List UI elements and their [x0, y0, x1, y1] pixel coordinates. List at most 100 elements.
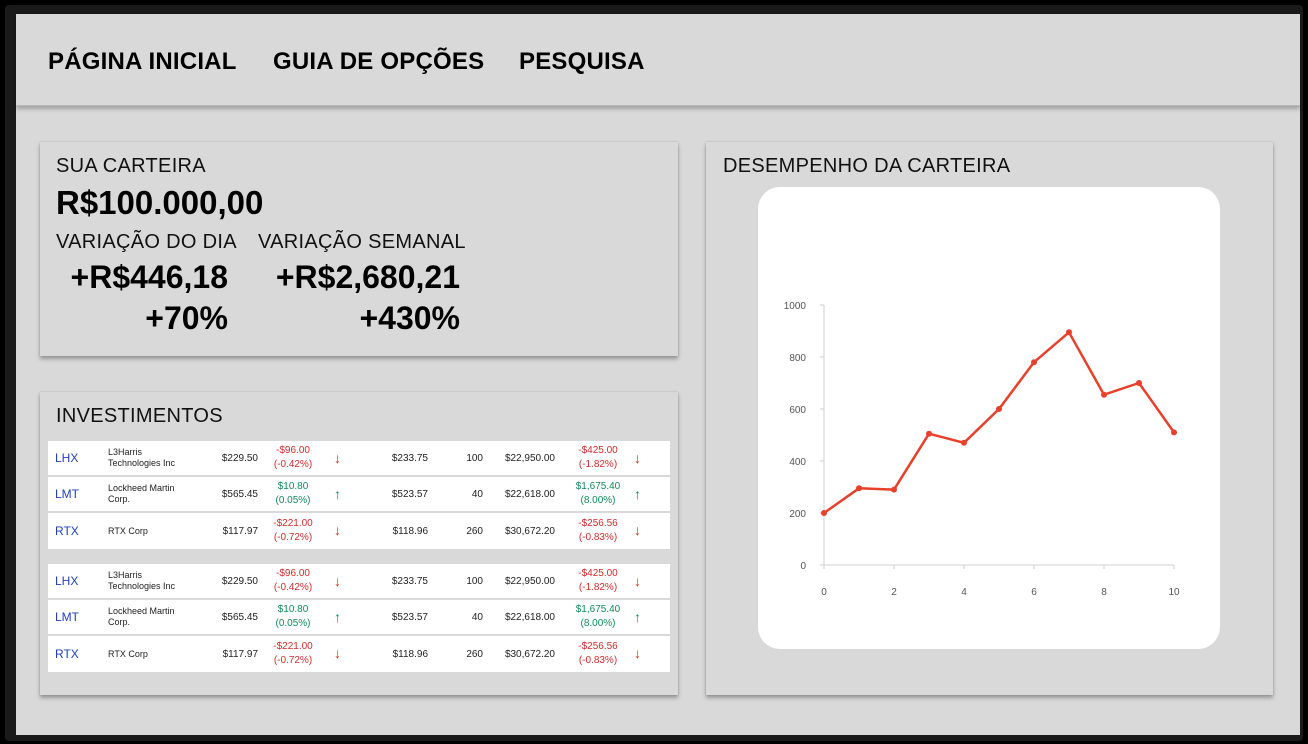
stock-symbol-link[interactable]: LHX — [55, 441, 78, 475]
data-point — [1031, 359, 1037, 366]
arrow-down-icon: ↓ — [634, 573, 641, 589]
day-change: -$221.00 (-0.72%) — [253, 636, 333, 672]
data-point — [926, 430, 932, 437]
total-gain-percent: (-0.83%) — [578, 532, 618, 543]
nav-research[interactable]: PESQUISA — [519, 48, 645, 76]
investments-table: LHX L3Harris Technologies Inc $229.50 -$96.… — [48, 441, 670, 549]
company-name: RTX Corp — [108, 648, 148, 659]
y-tick-label: 600 — [789, 405, 806, 416]
total-gain: -$256.56 (-0.83%) — [563, 513, 633, 549]
total-gain: -$425.00 (-1.82%) — [563, 441, 633, 475]
data-point — [961, 439, 967, 446]
current-price: $565.45 — [221, 488, 258, 500]
stock-symbol-link[interactable]: RTX — [55, 513, 79, 549]
app-window: PÁGINA INICIAL GUIA DE OPÇÕES PESQUISA S… — [16, 14, 1300, 735]
company-name: RTX Corp — [108, 525, 148, 536]
previous-price: $118.96 — [392, 648, 428, 660]
day-change-percent: (0.05%) — [275, 618, 311, 629]
day-change: -$96.00 (-0.42%) — [253, 564, 333, 598]
table-row[interactable]: LHX L3Harris Technologies Inc $229.50 -$96.… — [48, 441, 670, 477]
arrow-up-icon: ↑ — [634, 609, 641, 625]
window-frame: PÁGINA INICIAL GUIA DE OPÇÕES PESQUISA S… — [5, 5, 1303, 741]
previous-price: $523.57 — [391, 488, 428, 500]
day-change-percent: (0.05%) — [275, 495, 311, 506]
total-gain-amount: $1,675.40 — [575, 481, 621, 492]
x-tick-label: 6 — [1031, 587, 1037, 598]
day-change-amount: -$221.00 — [273, 518, 313, 529]
nav-options-guide[interactable]: GUIA DE OPÇÕES — [273, 48, 484, 76]
data-point — [1066, 329, 1072, 336]
x-tick-label: 4 — [961, 587, 967, 598]
total-gain: $1,675.40 (8.00%) — [563, 477, 633, 511]
table-row[interactable]: LMT Lockheed Martin Corp. $565.45 $10.80 (0.… — [48, 477, 670, 513]
x-tick-label: 8 — [1101, 587, 1107, 598]
weekly-change-label: VARIAÇÃO SEMANAL — [258, 231, 466, 253]
day-change: $10.80 (0.05%) — [253, 477, 333, 511]
day-change-amount: -$96.00 — [276, 445, 310, 456]
table-row[interactable]: LHX L3Harris Technologies Inc $229.50 -$96.… — [48, 564, 670, 600]
quantity: 40 — [471, 611, 483, 623]
total-gain-amount: -$256.56 — [578, 518, 618, 529]
arrow-down-icon: ↓ — [334, 522, 341, 538]
total-gain-amount: $1,675.40 — [575, 604, 621, 615]
day-change-amount: $10.80 — [277, 481, 309, 492]
total-gain: -$256.56 (-0.83%) — [563, 636, 633, 672]
investments-title: INVESTIMENTOS — [56, 405, 223, 427]
portfolio-card: SUA CARTEIRA R$100.000,00 VARIAÇÃO DO DI… — [40, 142, 678, 356]
portfolio-title: SUA CARTEIRA — [56, 155, 206, 177]
data-point — [856, 485, 862, 492]
data-point — [996, 406, 1002, 412]
day-change: $10.80 (0.05%) — [253, 600, 333, 634]
company-name: L3Harris Technologies Inc — [108, 570, 176, 591]
investments-table: LHX L3Harris Technologies Inc $229.50 -$96.… — [48, 564, 670, 672]
current-price: $229.50 — [221, 452, 258, 464]
daily-change-value: +R$446,18 — [70, 259, 228, 295]
day-change: -$221.00 (-0.72%) — [253, 513, 333, 549]
previous-price: $118.96 — [392, 525, 428, 537]
position-value: $22,950.00 — [504, 575, 555, 587]
day-change: -$96.00 (-0.42%) — [253, 441, 333, 475]
top-nav: PÁGINA INICIAL GUIA DE OPÇÕES PESQUISA — [16, 14, 1300, 106]
table-row[interactable]: LMT Lockheed Martin Corp. $565.45 $10.80 (0.… — [48, 600, 670, 636]
position-value: $22,950.00 — [504, 452, 555, 464]
total-gain: -$425.00 (-1.82%) — [563, 564, 633, 598]
position-value: $22,618.00 — [504, 488, 555, 500]
day-change-amount: $10.80 — [277, 604, 309, 615]
series-line — [823, 331, 1176, 515]
data-point — [891, 486, 897, 493]
company-name: L3Harris Technologies Inc — [108, 447, 176, 468]
quantity: 260 — [466, 525, 483, 537]
stock-symbol-link[interactable]: LMT — [55, 600, 79, 634]
table-row[interactable]: RTX RTX Corp $117.97 -$221.00 (-0.72%) ↓ $118.… — [48, 513, 670, 549]
day-change-amount: -$221.00 — [273, 641, 313, 652]
total-gain-amount: -$425.00 — [578, 568, 618, 579]
day-change-percent: (-0.72%) — [273, 532, 313, 543]
arrow-down-icon: ↓ — [634, 450, 641, 466]
company-name: Lockheed Martin Corp. — [108, 483, 175, 504]
stock-symbol-link[interactable]: RTX — [55, 636, 79, 672]
nav-home[interactable]: PÁGINA INICIAL — [48, 48, 237, 76]
previous-price: $233.75 — [391, 452, 428, 464]
quantity: 100 — [466, 452, 483, 464]
table-row[interactable]: RTX RTX Corp $117.97 -$221.00 (-0.72%) ↓ $118.… — [48, 636, 670, 672]
arrow-up-icon: ↑ — [334, 486, 341, 502]
quantity: 40 — [471, 488, 483, 500]
x-tick-label: 10 — [1168, 587, 1180, 598]
total-gain-percent: (8.00%) — [580, 495, 616, 506]
day-change-percent: (-0.72%) — [273, 655, 313, 666]
current-price: $229.50 — [221, 575, 258, 587]
stock-symbol-link[interactable]: LHX — [55, 564, 78, 598]
arrow-down-icon: ↓ — [334, 573, 341, 589]
arrow-down-icon: ↓ — [634, 645, 641, 661]
day-change-percent: (-0.42%) — [273, 582, 313, 593]
daily-change-label: VARIAÇÃO DO DIA — [56, 231, 237, 253]
total-gain-percent: (-1.82%) — [578, 459, 618, 470]
total-gain-amount: -$425.00 — [578, 445, 618, 456]
weekly-change-percent: +430% — [359, 300, 460, 336]
previous-price: $523.57 — [391, 611, 428, 623]
stock-symbol-link[interactable]: LMT — [55, 477, 79, 511]
total-gain-percent: (-0.83%) — [578, 655, 618, 666]
current-price: $117.97 — [222, 525, 258, 537]
y-tick-label: 1000 — [784, 301, 807, 312]
arrow-down-icon: ↓ — [334, 645, 341, 661]
